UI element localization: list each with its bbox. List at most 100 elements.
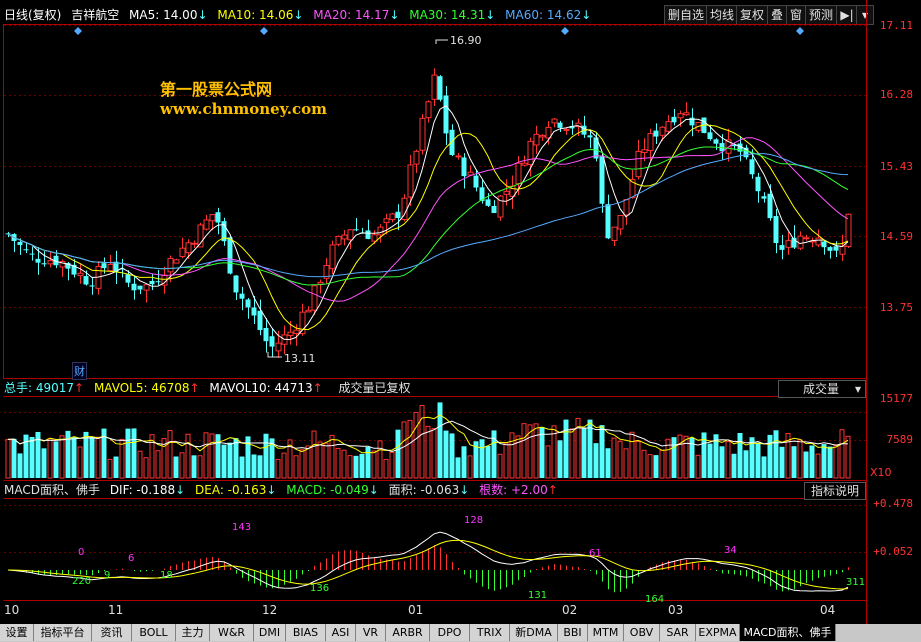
volume-selector[interactable]: 成交量 ▾: [778, 380, 866, 398]
candle-body: [605, 204, 611, 239]
macd-count-label: 131: [528, 590, 548, 601]
candle-body: [251, 307, 257, 316]
tab-4[interactable]: 主力: [176, 624, 210, 641]
volume-bar: [437, 402, 443, 478]
tab-1[interactable]: 指标平台: [34, 624, 92, 641]
tab-14[interactable]: BBI: [558, 624, 588, 641]
candle-body: [767, 193, 773, 219]
candle-body: [437, 76, 443, 100]
tab-5[interactable]: W&R: [210, 624, 254, 641]
tab-16[interactable]: OBV: [624, 624, 660, 641]
candle-body: [239, 293, 245, 299]
macd-count-label: 164: [645, 594, 665, 605]
volume-bar: [305, 445, 311, 479]
tab-7[interactable]: BIAS: [286, 624, 326, 641]
macd-count-label: 0: [78, 547, 85, 558]
volume-bar: [113, 456, 119, 478]
volume-bar: [773, 430, 779, 478]
candle-body: [311, 285, 318, 311]
volume-bar: [461, 446, 467, 478]
volume-bar: [497, 453, 503, 479]
volume-bar: [227, 442, 233, 478]
volume-bar: [431, 428, 437, 479]
volume-bar: [707, 443, 713, 478]
macd-count-label: 18: [160, 570, 173, 581]
volume-bar: [281, 452, 287, 479]
volume-bar: [635, 441, 641, 479]
tab-17[interactable]: SAR: [660, 624, 696, 641]
price-tick: 17.11: [879, 19, 913, 32]
volume-bar: [215, 434, 221, 478]
candle-body: [521, 162, 528, 166]
candle-body: [641, 149, 648, 154]
candle-body: [761, 196, 767, 199]
volume-unit: X10: [870, 466, 892, 479]
volume-bar: [191, 455, 197, 478]
volume-bar: [503, 442, 509, 479]
tab-19[interactable]: MACD面积、佛手: [740, 624, 836, 641]
tab-2[interactable]: 资讯: [92, 624, 132, 641]
tab-9[interactable]: VR: [356, 624, 386, 641]
candle-body: [773, 216, 779, 244]
volume-bar: [179, 452, 185, 479]
tab-12[interactable]: TRIX: [470, 624, 510, 641]
candle-body: [473, 175, 479, 188]
volume-bar: [419, 405, 425, 479]
volume-note: 成交量已复权: [338, 381, 411, 395]
candle-body: [77, 272, 84, 277]
dea-label: DEA: -0.163↓: [195, 483, 277, 497]
tab-15[interactable]: MTM: [588, 624, 624, 641]
macd-count-label: 220: [72, 576, 92, 587]
candle-body: [17, 241, 23, 245]
candle-body: [179, 247, 186, 257]
volume-bar: [143, 457, 149, 479]
tab-10[interactable]: ARBR: [386, 624, 430, 641]
volume-bar: [725, 441, 731, 479]
volume-bar: [719, 446, 725, 478]
indicator-help-button[interactable]: 指标说明: [804, 482, 866, 500]
tab-3[interactable]: BOLL: [132, 624, 176, 641]
volume-bar: [59, 435, 65, 479]
volume-bar: [521, 423, 527, 479]
candle-body: [371, 234, 378, 242]
candle-body: [155, 281, 161, 283]
candle-body: [413, 150, 420, 165]
candle-body: [125, 274, 131, 283]
low-price-label: 13.11: [284, 352, 316, 365]
volume-bar: [737, 432, 743, 478]
tab-6[interactable]: DMI: [254, 624, 286, 641]
volume-bar: [593, 443, 599, 478]
tab-18[interactable]: EXPMA: [696, 624, 740, 641]
volume-bar: [125, 428, 131, 478]
candle-body: [23, 249, 29, 251]
candle-body: [527, 140, 534, 165]
finance-event-icon[interactable]: 财: [72, 362, 87, 380]
volume-tick-mid: 7589: [886, 433, 914, 446]
event-diamond-icon: [796, 27, 804, 35]
stock-chart[interactable]: [0, 0, 921, 624]
volume-bar: [83, 431, 89, 478]
candle-body: [671, 116, 677, 123]
candle-body: [227, 237, 233, 274]
volume-bar: [311, 430, 317, 479]
macd-name[interactable]: MACD面积、佛手: [4, 483, 100, 497]
candle-body: [329, 244, 336, 270]
volume-bar: [407, 419, 413, 479]
dif-label: DIF: -0.188↓: [109, 483, 186, 497]
candle-body: [377, 226, 384, 236]
event-diamond-icon: [561, 27, 569, 35]
tab-8[interactable]: ASI: [326, 624, 356, 641]
time-tick: 02: [562, 603, 578, 617]
volume-bar: [353, 455, 359, 478]
tab-0[interactable]: 设置: [0, 624, 34, 641]
volume-bar: [185, 433, 191, 479]
volume-bar: [791, 446, 797, 478]
candle-body: [335, 235, 342, 245]
volume-bar: [209, 433, 215, 479]
candle-body: [41, 263, 47, 265]
volume-bar: [317, 441, 323, 479]
candle-body: [407, 164, 414, 198]
tab-11[interactable]: DPO: [430, 624, 470, 641]
tab-13[interactable]: 新DMA: [510, 624, 558, 641]
candle-body: [425, 101, 432, 119]
